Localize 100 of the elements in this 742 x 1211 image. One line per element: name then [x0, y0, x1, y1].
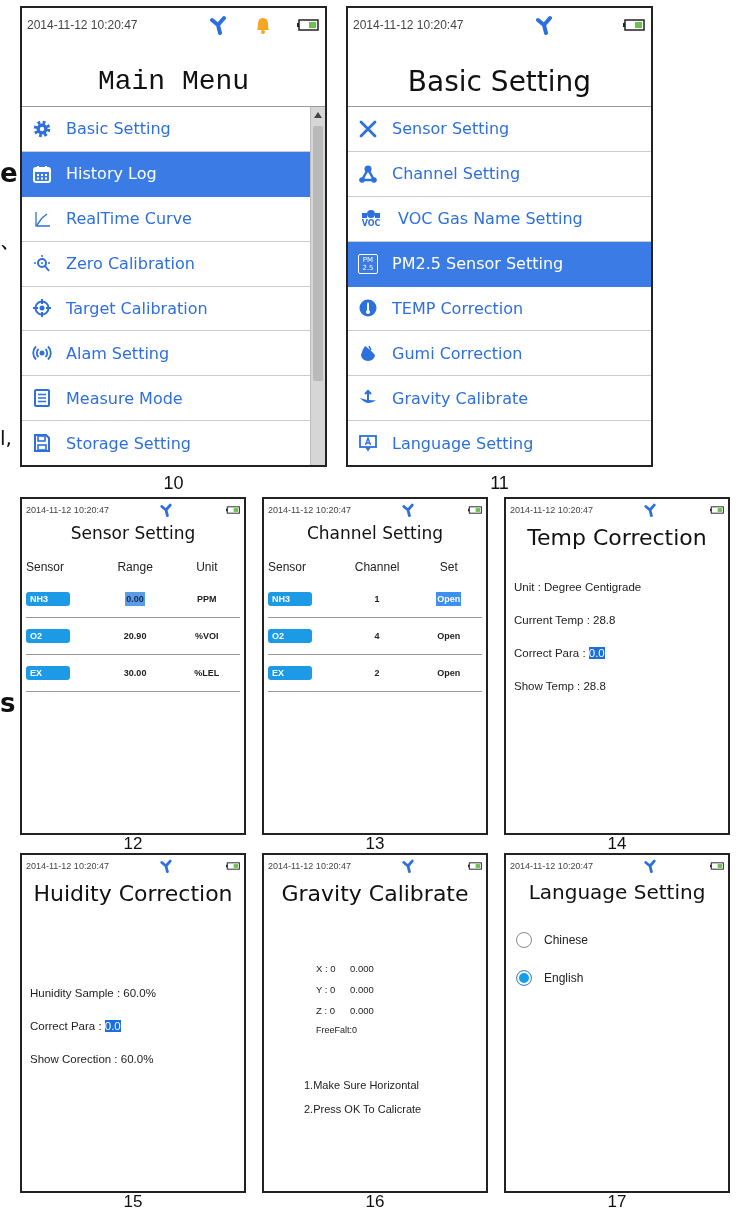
screen-title: Gravity Calibrate	[280, 880, 470, 908]
table-cell[interactable]: Open	[436, 665, 462, 680]
column-header: Channel	[353, 559, 401, 574]
axis-value: 0.000	[350, 1005, 374, 1016]
menu-item[interactable]: Gumi Correction	[348, 331, 651, 377]
table-cell[interactable]: 20.90	[122, 628, 148, 643]
field-label: Hunidity Sample :	[30, 986, 122, 999]
menu-item[interactable]: Storage Setting	[22, 421, 310, 465]
menu-item[interactable]: Gravity Calibrate	[348, 376, 651, 422]
figure-number: 13	[364, 835, 386, 853]
figure-number: 14	[606, 835, 628, 853]
field-value[interactable]: 0.0	[588, 646, 605, 659]
menu-item[interactable]: Sensor Setting	[348, 107, 651, 152]
fan-icon	[534, 15, 555, 35]
info-icon	[358, 298, 378, 319]
status-time: 2014-11-12 10:20:47	[353, 18, 465, 32]
field-label: Correct Para :	[514, 646, 587, 659]
column-header: Sensor	[268, 559, 308, 574]
nodes-icon	[358, 163, 378, 184]
battery-icon	[468, 506, 482, 514]
status-time: 2014-11-12 10:20:47	[26, 861, 110, 871]
field-value[interactable]: Degree Centigrade	[544, 580, 642, 593]
instruction-text: 2.Press OK To Calicrate	[304, 1103, 423, 1117]
battery-icon	[468, 862, 482, 870]
status-time: 2014-11-12 10:20:47	[510, 505, 594, 515]
target-icon	[32, 298, 52, 319]
freefall-readout: FreeFalt:0	[316, 1024, 358, 1037]
sensor-tag: EX	[26, 665, 70, 680]
table-cell[interactable]: Open	[436, 628, 462, 643]
screen-title: Channel Setting	[305, 522, 445, 545]
battery-icon	[297, 19, 319, 31]
figure-number: 10	[162, 472, 185, 495]
table-cell[interactable]: 2	[373, 665, 381, 680]
screen-title: Basic Setting	[348, 42, 651, 107]
table-cell[interactable]: PPM	[196, 591, 218, 606]
cut-off-text: s	[0, 690, 16, 716]
fan-icon	[158, 859, 173, 873]
field-value[interactable]: 60.0%	[123, 986, 156, 999]
calendar-icon	[32, 163, 52, 184]
menu-item[interactable]: Language Setting	[348, 421, 651, 465]
magnifier-icon	[32, 253, 52, 274]
menu-item[interactable]: Measure Mode	[22, 376, 310, 422]
column-header: Range	[116, 559, 154, 574]
axis-value: 0.000	[350, 963, 374, 974]
cut-off-text: 、	[0, 230, 20, 250]
cut-off-text: e	[0, 160, 18, 186]
field-label: Current Temp :	[514, 613, 591, 626]
scrollbar[interactable]	[310, 107, 325, 465]
axis-label: Y : 0	[316, 984, 337, 995]
menu-item[interactable]: TEMP Correction	[348, 286, 651, 332]
fan-icon	[400, 859, 415, 873]
field-label: Unit :	[514, 580, 542, 593]
column-header: Set	[438, 559, 459, 574]
table-cell[interactable]: 0.00	[125, 591, 145, 606]
menu-item[interactable]: Channel Setting	[348, 151, 651, 197]
table-cell[interactable]: 30.00	[122, 665, 148, 680]
battery-icon	[226, 506, 240, 514]
table-cell[interactable]: 1	[373, 591, 381, 606]
screen-title: Huidity Correction	[32, 880, 234, 908]
status-time: 2014-11-12 10:20:47	[268, 505, 352, 515]
figure-number: 16	[364, 1193, 386, 1211]
field-label: Show Temp :	[514, 679, 582, 692]
axis-label: X : 0	[316, 963, 337, 974]
sensor-tag: NH3	[268, 591, 312, 606]
axis-value: 0.000	[350, 984, 374, 995]
status-time: 2014-11-12 10:20:47	[26, 505, 110, 515]
figure-number: 17	[606, 1193, 628, 1211]
fan-icon	[208, 15, 229, 35]
battery-icon	[226, 862, 240, 870]
field-value[interactable]: 60.0%	[120, 1052, 154, 1065]
option-label: English	[544, 971, 584, 985]
column-header: Unit	[195, 559, 219, 574]
battery-icon	[710, 862, 724, 870]
field-value[interactable]: 28.8	[583, 679, 606, 692]
sensor-tag: O2	[26, 628, 70, 643]
tools-icon	[358, 118, 378, 139]
table-cell[interactable]: %LEL	[193, 665, 221, 680]
screen-title: Sensor Setting	[69, 522, 197, 545]
gear-icon	[32, 118, 52, 139]
field-label: Correct Para :	[30, 1019, 103, 1032]
field-value[interactable]: 0.0	[104, 1019, 121, 1032]
sensor-tag: NH3	[26, 591, 70, 606]
table-cell[interactable]: Open	[436, 591, 462, 606]
field-value[interactable]: 28.8	[593, 613, 616, 626]
menu-item[interactable]: VOC VOC Gas Name Setting	[348, 196, 651, 242]
table-cell[interactable]: %VOI	[194, 628, 220, 643]
table-cell[interactable]: 4	[373, 628, 381, 643]
sensor-tag: EX	[268, 665, 312, 680]
menu-item[interactable]: History Log	[22, 151, 310, 197]
status-time: 2014-11-12 10:20:47	[27, 18, 139, 32]
axis-label: Z : 0	[316, 1005, 336, 1016]
instruction-text: 1.Make Sure Horizontal	[304, 1079, 420, 1093]
menu-item[interactable]: Target Calibration	[22, 286, 310, 332]
radio-button[interactable]	[516, 970, 532, 986]
battery-icon	[623, 19, 645, 31]
option-label: Chinese	[544, 933, 589, 947]
menu-item[interactable]: Basic Setting	[22, 107, 310, 152]
sensor-tag: O2	[268, 628, 312, 643]
status-time: 2014-11-12 10:20:47	[510, 861, 594, 871]
battery-icon	[710, 506, 724, 514]
